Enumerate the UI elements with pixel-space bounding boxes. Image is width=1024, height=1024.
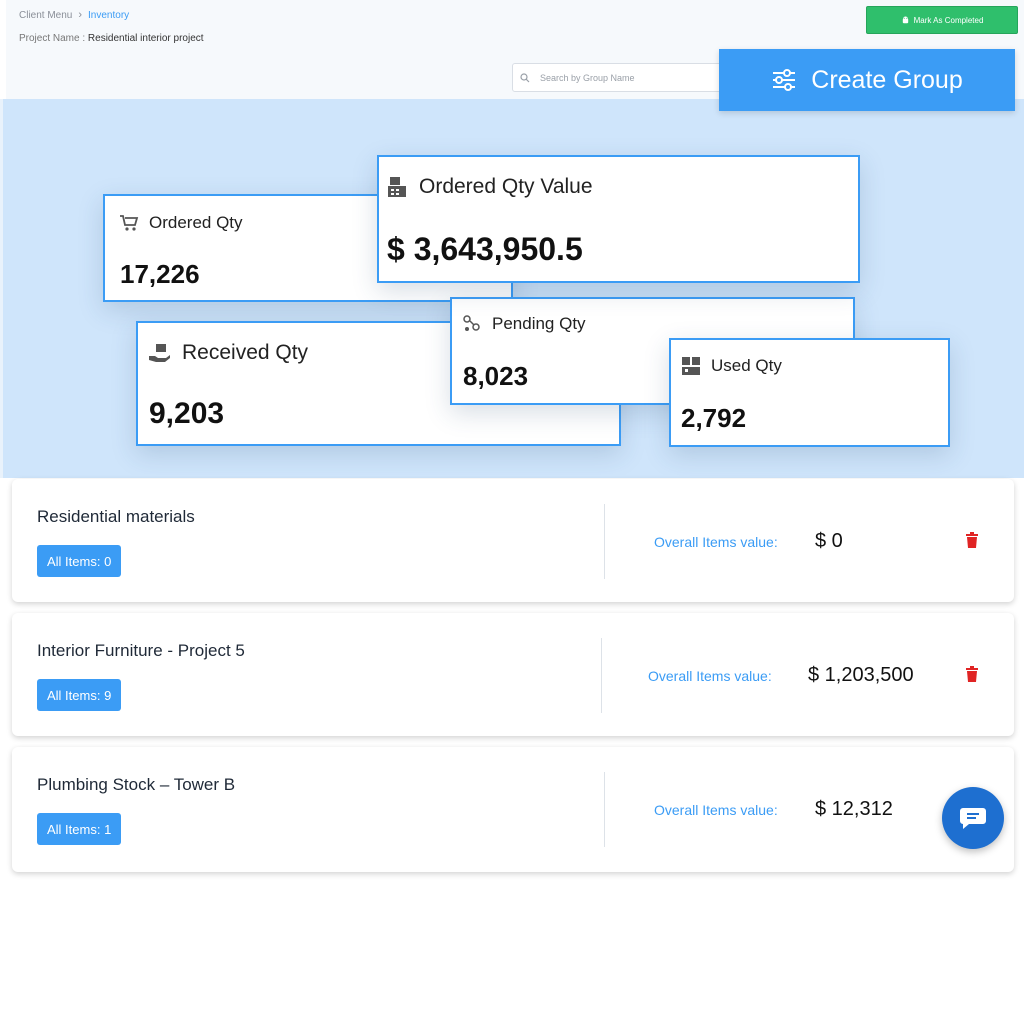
- used-icon: [681, 356, 701, 376]
- all-items-badge[interactable]: All Items: 9: [37, 679, 122, 711]
- search-icon: [520, 72, 530, 83]
- breadcrumb: Client Menu › Inventory: [19, 9, 129, 21]
- mark-as-completed-button[interactable]: Mark As Completed: [866, 6, 1018, 34]
- group-search[interactable]: [512, 63, 722, 92]
- cart-icon: [119, 214, 139, 232]
- stat-card-ordered-qty-value: Ordered Qty Value $ 3,643,950.5: [377, 155, 860, 283]
- create-group-button[interactable]: Create Group: [719, 49, 1015, 111]
- search-input[interactable]: [540, 72, 710, 83]
- group-card[interactable]: Interior Furniture - Project 5 All Items…: [12, 613, 1014, 736]
- create-group-label: Create Group: [811, 65, 963, 94]
- stat-value: 9,203: [149, 397, 225, 430]
- stat-label: Pending Qty: [492, 314, 586, 333]
- breadcrumb-current[interactable]: Inventory: [88, 10, 129, 21]
- overall-value: $ 0: [815, 530, 843, 552]
- project-name-line: Project Name : Residential interior proj…: [19, 33, 204, 44]
- group-name[interactable]: Interior Furniture - Project 5: [37, 641, 245, 661]
- trash-icon[interactable]: [966, 666, 978, 682]
- chevron-right-icon: ›: [78, 9, 83, 21]
- group-card[interactable]: Plumbing Stock – Tower B All Items: 1 Ov…: [12, 747, 1014, 872]
- sliders-icon: [771, 68, 797, 92]
- stat-value: 2,792: [681, 403, 747, 433]
- group-name[interactable]: Residential materials: [37, 507, 195, 527]
- divider: [601, 638, 602, 713]
- project-name-label: Project Name :: [19, 33, 86, 44]
- hand-receive-icon: [148, 342, 172, 364]
- stat-value: 17,226: [120, 259, 200, 289]
- stat-card-used-qty: Used Qty 2,792: [669, 338, 950, 447]
- stat-value: 8,023: [463, 361, 529, 391]
- overall-value-label: Overall Items value:: [654, 534, 778, 550]
- project-name-value: Residential interior project: [87, 33, 204, 44]
- divider: [604, 504, 605, 579]
- trash-icon[interactable]: [966, 532, 978, 548]
- overall-value-label: Overall Items value:: [654, 802, 778, 818]
- chat-icon: [959, 806, 987, 830]
- stat-value: $ 3,643,950.5: [387, 231, 583, 267]
- breadcrumb-parent-link[interactable]: Client Menu: [19, 10, 72, 21]
- android-icon: [901, 15, 910, 25]
- stat-label: Ordered Qty Value: [419, 175, 593, 198]
- cash-register-icon: [387, 175, 409, 199]
- divider: [604, 772, 605, 847]
- overall-value: $ 1,203,500: [808, 664, 914, 686]
- pending-icon: [462, 315, 482, 333]
- chat-button[interactable]: [942, 787, 1004, 849]
- stat-label: Ordered Qty: [149, 213, 243, 232]
- all-items-badge[interactable]: All Items: 0: [37, 545, 122, 577]
- overall-value: $ 12,312: [815, 798, 893, 820]
- stat-label: Received Qty: [182, 341, 309, 364]
- mark-as-completed-label: Mark As Completed: [913, 15, 984, 25]
- overall-value-label: Overall Items value:: [648, 668, 772, 684]
- group-card[interactable]: Residential materials All Items: 0 Overa…: [12, 479, 1014, 602]
- group-name[interactable]: Plumbing Stock – Tower B: [37, 775, 235, 795]
- all-items-badge[interactable]: All Items: 1: [37, 813, 122, 845]
- stat-label: Used Qty: [711, 356, 782, 375]
